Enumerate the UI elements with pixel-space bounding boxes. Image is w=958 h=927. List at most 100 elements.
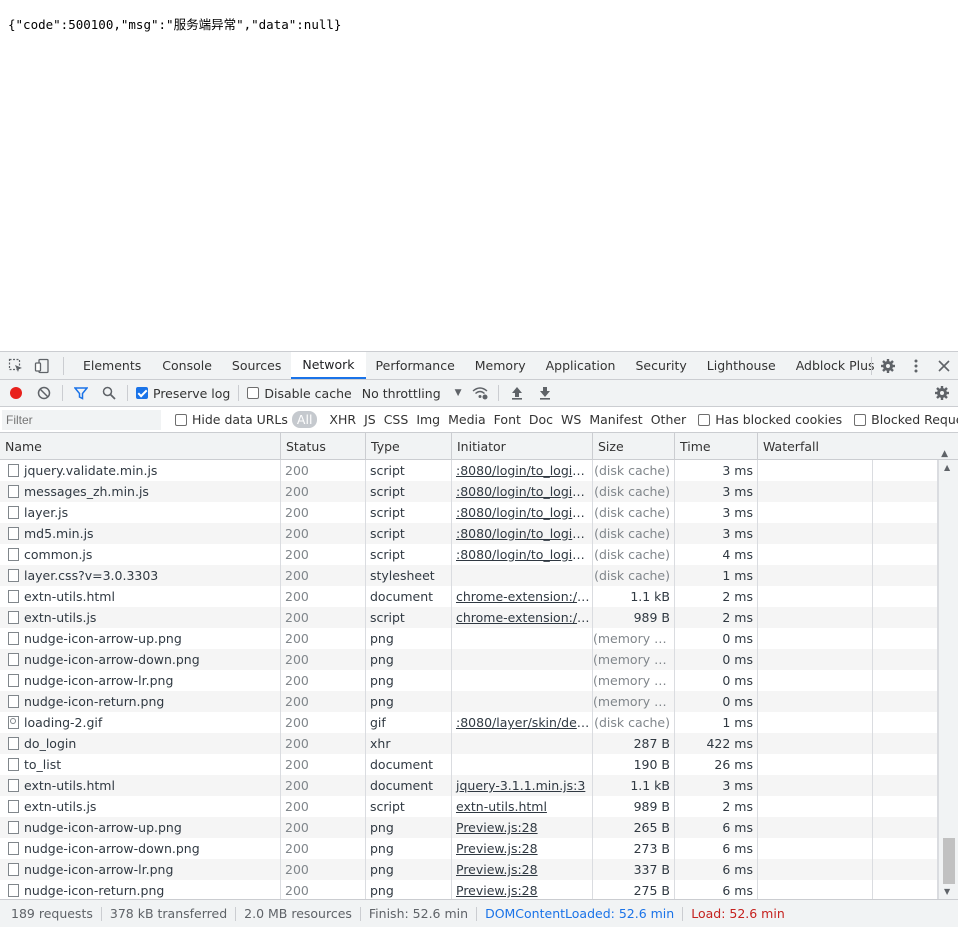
request-initiator[interactable]: :8080/login/to_login:16 <box>452 502 593 523</box>
clear-icon[interactable] <box>30 380 58 406</box>
table-row[interactable]: nudge-icon-return.png 200 png Preview.js:28… <box>0 880 938 899</box>
tab-lighthouse[interactable]: Lighthouse <box>697 352 786 380</box>
column-header-name[interactable]: Name <box>0 433 281 460</box>
table-row[interactable]: jquery.validate.min.js 200 script:8080/log… <box>0 460 938 481</box>
filter-type-other[interactable]: Other <box>647 412 691 427</box>
network-settings-gear-icon[interactable] <box>928 380 956 406</box>
filter-type-ws[interactable]: WS <box>557 412 585 427</box>
request-name-cell[interactable]: nudge-icon-arrow-up.png <box>0 817 281 838</box>
tab-memory[interactable]: Memory <box>465 352 536 380</box>
request-name-cell[interactable]: to_list <box>0 754 281 775</box>
tab-console[interactable]: Console <box>152 352 222 380</box>
tab-performance[interactable]: Performance <box>366 352 465 380</box>
table-row[interactable]: nudge-icon-arrow-lr.png 200 png (memory ca.… <box>0 670 938 691</box>
table-row[interactable]: nudge-icon-arrow-down.png 200 png Preview.j… <box>0 838 938 859</box>
request-name-cell[interactable]: nudge-icon-arrow-up.png <box>0 628 281 649</box>
table-row[interactable]: md5.min.js 200 script:8080/login/to_login:… <box>0 523 938 544</box>
hide-data-urls-check-icon[interactable] <box>175 413 187 426</box>
table-row[interactable]: extn-utils.js 200 script extn-utils.html 989… <box>0 796 938 817</box>
filter-type-js[interactable]: JS <box>360 412 380 427</box>
hide-data-urls-checkbox[interactable]: Hide data URLs <box>175 412 288 427</box>
inspect-element-icon[interactable] <box>5 355 27 377</box>
network-conditions-icon[interactable] <box>466 380 494 406</box>
request-initiator[interactable]: extn-utils.html <box>452 796 593 817</box>
disable-cache-check-icon[interactable] <box>247 387 260 399</box>
request-initiator[interactable]: :8080/login/to_login:18 <box>452 523 593 544</box>
request-initiator[interactable]: Preview.js:28 <box>452 859 593 880</box>
table-row[interactable]: to_list 200 document 190 B 26 ms <box>0 754 938 775</box>
blocked-requests-check-icon[interactable] <box>854 413 867 426</box>
column-header-size[interactable]: Size <box>593 433 675 460</box>
preserve-log-check-icon[interactable] <box>136 387 148 399</box>
blocked-requests-checkbox[interactable]: Blocked Requests <box>854 412 958 427</box>
column-header-initiator[interactable]: Initiator <box>452 433 593 460</box>
table-row[interactable]: layer.js 200 script:8080/login/to_login:16… <box>0 502 938 523</box>
has-blocked-cookies-check-icon[interactable] <box>698 413 711 426</box>
request-initiator[interactable]: :8080/layer/skin/defaul... <box>452 712 593 733</box>
table-row[interactable]: loading-2.gif 200 gif:8080/layer/skin/defa… <box>0 712 938 733</box>
table-row[interactable]: do_login 200 xhr 287 B 422 ms <box>0 733 938 754</box>
tab-elements[interactable]: Elements <box>72 352 152 380</box>
request-name-cell[interactable]: common.js <box>0 544 281 565</box>
request-name-cell[interactable]: nudge-icon-return.png <box>0 880 281 899</box>
filter-icon[interactable] <box>67 380 95 406</box>
request-name-cell[interactable]: layer.css?v=3.0.3303 <box>0 565 281 586</box>
scroll-up-icon[interactable]: ▲ <box>944 463 950 472</box>
request-name-cell[interactable]: extn-utils.js <box>0 607 281 628</box>
tab-security[interactable]: Security <box>625 352 696 380</box>
tab-network[interactable]: Network <box>291 352 366 379</box>
request-initiator[interactable]: :8080/login/to_login:14 <box>452 481 593 502</box>
filter-type-all[interactable]: All <box>291 411 318 428</box>
table-row[interactable]: nudge-icon-arrow-up.png 200 png (memory ca.… <box>0 628 938 649</box>
preserve-log-checkbox[interactable]: Preserve log <box>136 386 230 401</box>
scrollbar-thumb[interactable] <box>943 838 955 884</box>
settings-gear-icon[interactable] <box>874 352 902 380</box>
device-toolbar-icon[interactable] <box>31 355 53 377</box>
filter-type-doc[interactable]: Doc <box>525 412 557 427</box>
more-options-icon[interactable] <box>902 352 930 380</box>
tab-application[interactable]: Application <box>536 352 626 380</box>
filter-type-img[interactable]: Img <box>412 412 444 427</box>
request-initiator[interactable]: Preview.js:28 <box>452 838 593 859</box>
request-name-cell[interactable]: layer.js <box>0 502 281 523</box>
request-name-cell[interactable]: md5.min.js <box>0 523 281 544</box>
request-initiator[interactable]: chrome-extension://ef... <box>452 586 593 607</box>
table-scrollbar[interactable]: ▲ ▼ <box>938 460 958 899</box>
disable-cache-checkbox[interactable]: Disable cache <box>247 386 352 401</box>
request-name-cell[interactable]: extn-utils.html <box>0 586 281 607</box>
request-name-cell[interactable]: extn-utils.html <box>0 775 281 796</box>
filter-type-css[interactable]: CSS <box>380 412 413 427</box>
filter-input[interactable] <box>2 409 161 430</box>
import-har-icon[interactable] <box>503 380 531 406</box>
export-har-icon[interactable] <box>531 380 559 406</box>
request-name-cell[interactable]: jquery.validate.min.js <box>0 460 281 481</box>
filter-type-media[interactable]: Media <box>444 412 490 427</box>
search-icon[interactable] <box>95 380 123 406</box>
request-initiator[interactable]: :8080/login/to_login:20 <box>452 544 593 565</box>
table-row[interactable]: nudge-icon-arrow-down.png 200 png (memory c… <box>0 649 938 670</box>
column-header-status[interactable]: Status <box>281 433 366 460</box>
request-name-cell[interactable]: nudge-icon-arrow-lr.png <box>0 859 281 880</box>
request-initiator[interactable]: chrome-extension://ef... <box>452 607 593 628</box>
scroll-down-icon[interactable]: ▼ <box>944 887 950 896</box>
filter-type-manifest[interactable]: Manifest <box>585 412 646 427</box>
table-row[interactable]: nudge-icon-arrow-up.png 200 png Preview.js:… <box>0 817 938 838</box>
request-name-cell[interactable]: messages_zh.min.js <box>0 481 281 502</box>
column-header-time[interactable]: Time <box>675 433 758 460</box>
request-initiator[interactable]: Preview.js:28 <box>452 817 593 838</box>
filter-type-xhr[interactable]: XHR <box>325 412 360 427</box>
throttling-select[interactable]: No throttling ▼ <box>362 386 462 401</box>
table-row[interactable]: nudge-icon-arrow-lr.png 200 png Preview.js:… <box>0 859 938 880</box>
request-name-cell[interactable]: nudge-icon-arrow-down.png <box>0 649 281 670</box>
filter-type-font[interactable]: Font <box>490 412 525 427</box>
table-row[interactable]: extn-utils.html 200 document chrome-extensi… <box>0 586 938 607</box>
column-header-type[interactable]: Type <box>366 433 452 460</box>
table-row[interactable]: common.js 200 script:8080/login/to_login:2… <box>0 544 938 565</box>
request-name-cell[interactable]: extn-utils.js <box>0 796 281 817</box>
table-row[interactable]: extn-utils.js 200 script chrome-extension:/… <box>0 607 938 628</box>
table-row[interactable]: layer.css?v=3.0.3303 200 stylesheet (disk c… <box>0 565 938 586</box>
request-initiator[interactable]: jquery-3.1.1.min.js:3 <box>452 775 593 796</box>
request-name-cell[interactable]: loading-2.gif <box>0 712 281 733</box>
column-header-waterfall[interactable]: Waterfall ▲ <box>758 433 958 460</box>
request-initiator[interactable]: :8080/login/to_login:13 <box>452 460 593 481</box>
